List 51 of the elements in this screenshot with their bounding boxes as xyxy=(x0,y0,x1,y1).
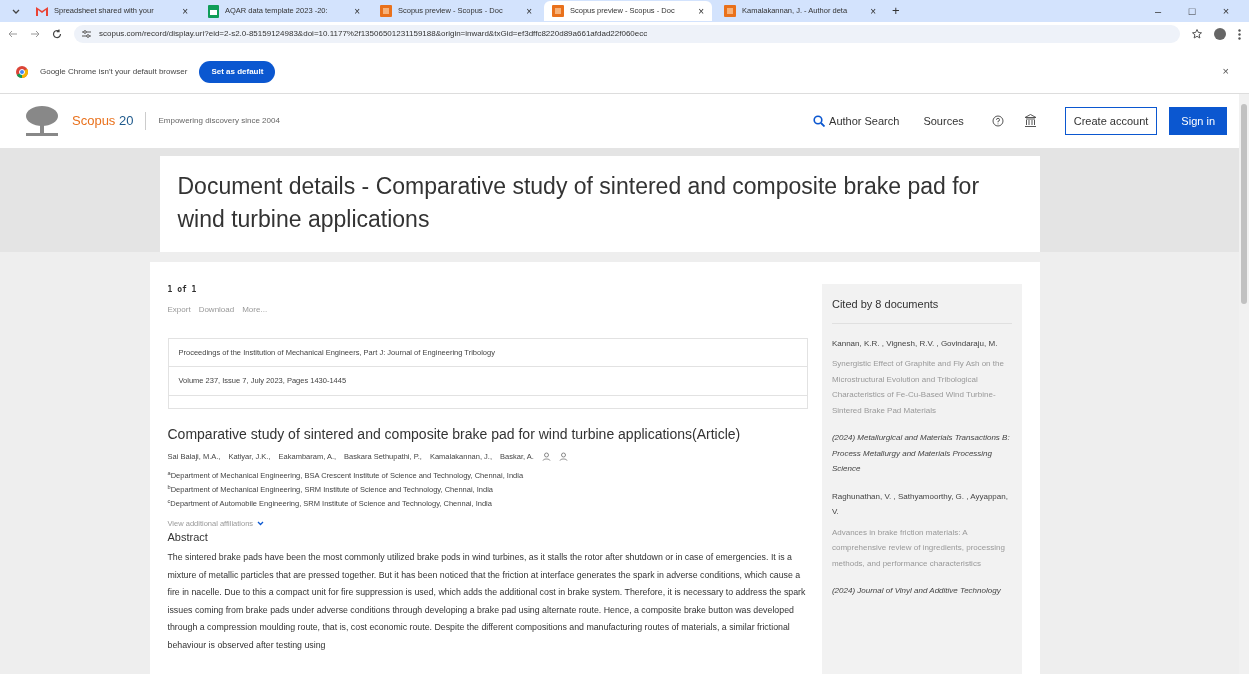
tagline: Empowering discovery since 2004 xyxy=(158,115,280,127)
set-default-button[interactable]: Set as default xyxy=(199,60,276,83)
citing-source: (2024) Journal of Vinyl and Additive Technology xyxy=(831,585,1002,597)
close-tab-button[interactable]: × xyxy=(182,3,188,19)
close-tab-button[interactable]: × xyxy=(698,3,704,19)
mail-icon xyxy=(36,6,48,16)
sign-in-button[interactable]: Sign in xyxy=(1169,107,1227,135)
abstract-text: The sintered brake pads have been the most commonly utilized brake pods in wind turbines, as it stalls the rotor after shutdown or in case of emergencies. It is a mixture of metallic particles that are pressed together. But it has been noticed that the friction at interface generates the spark in adverse conditions, which cause a fire in nacelle. Due to this a compact unit for fire suppression is used, which adds the additional cost in brake system. Therefore, it is necessary to address the spark issues coming from brake pads under adverse conditions through developing a brake pad using alternate route. Hence, a composite brake button was developed through a compression moulding route, that is, cost economic route. Despite the different compositions and manufacturing routes of materials, a similar frictional behaviour is observed after testing using xyxy=(167,551,807,652)
back-icon[interactable] xyxy=(8,29,18,39)
article-title: Comparative study of sintered and composite brake pad for wind turbine applications(Article) xyxy=(167,424,742,444)
close-tab-button[interactable]: × xyxy=(526,3,532,19)
chrome-logo-icon xyxy=(16,65,28,78)
result-counter: 1 of 1 xyxy=(167,284,198,296)
scopus-logo[interactable]: Scopus 20 xyxy=(72,111,134,131)
close-tab-button[interactable]: × xyxy=(354,3,360,19)
scopus-favicon-icon xyxy=(724,5,736,17)
spreadsheet-icon xyxy=(208,4,219,18)
site-settings-icon[interactable] xyxy=(82,30,91,38)
menu-icon[interactable] xyxy=(1238,28,1241,40)
window-control-button[interactable]: □ xyxy=(1177,2,1207,20)
scopus-favicon-icon xyxy=(380,5,392,17)
infobar-message: Google Chrome isn't your default browser xyxy=(40,65,188,78)
caret-icon[interactable] xyxy=(12,8,20,14)
citing-authors[interactable]: Raghunathan, V. , Sathyamoorthy, G. , Ayyappan, V. xyxy=(831,488,1012,520)
person-icon[interactable] xyxy=(541,451,551,461)
new-tab-button[interactable]: + xyxy=(888,1,904,21)
address-field[interactable]: scopus.com/record/display.uri?eid=2-s2.0-85159124983&doi=10.1177%2f13506501231159188&origin=inward&txGid=ef3dffc8220d89a661afdad22f060ecc xyxy=(74,25,1180,43)
citing-authors[interactable]: Kannan, K.R. , Vignesh, R.V. , Govindaraju, M. xyxy=(831,335,1012,351)
person-icon[interactable] xyxy=(558,451,568,461)
scopus-favicon-icon xyxy=(552,5,564,17)
institution-icon[interactable] xyxy=(1023,114,1037,128)
search-icon xyxy=(813,115,826,127)
sources-link[interactable]: Sources xyxy=(923,112,964,130)
author-search-link[interactable]: Author Search xyxy=(829,112,900,130)
cited-by-heading: Cited by 8 documents xyxy=(831,296,1012,324)
chevron-down-icon[interactable] xyxy=(257,520,265,526)
window-control-button[interactable]: – xyxy=(1143,2,1173,20)
window-control-button[interactable]: × xyxy=(1211,2,1241,20)
citing-source: (2024) Metallurgical and Materials Transactions B: Process Metallurgy and Materials Processing Science xyxy=(831,432,1011,475)
close-infobar-button[interactable]: × xyxy=(1222,63,1233,80)
scrollbar[interactable] xyxy=(1239,94,1249,674)
tree-logo-icon xyxy=(24,105,60,137)
close-tab-button[interactable]: × xyxy=(870,3,876,19)
abstract-heading: Abstract xyxy=(167,529,209,545)
page-title: Document details - Comparative study of sintered and composite brake pad for wind turbine applications xyxy=(177,172,981,234)
profile-avatar-icon[interactable] xyxy=(1214,28,1226,40)
reload-icon[interactable] xyxy=(52,29,62,39)
forward-icon[interactable] xyxy=(30,29,40,39)
create-account-button[interactable]: Create account xyxy=(1064,107,1158,135)
help-icon[interactable] xyxy=(991,115,1004,127)
bookmark-star-icon[interactable] xyxy=(1192,29,1202,39)
